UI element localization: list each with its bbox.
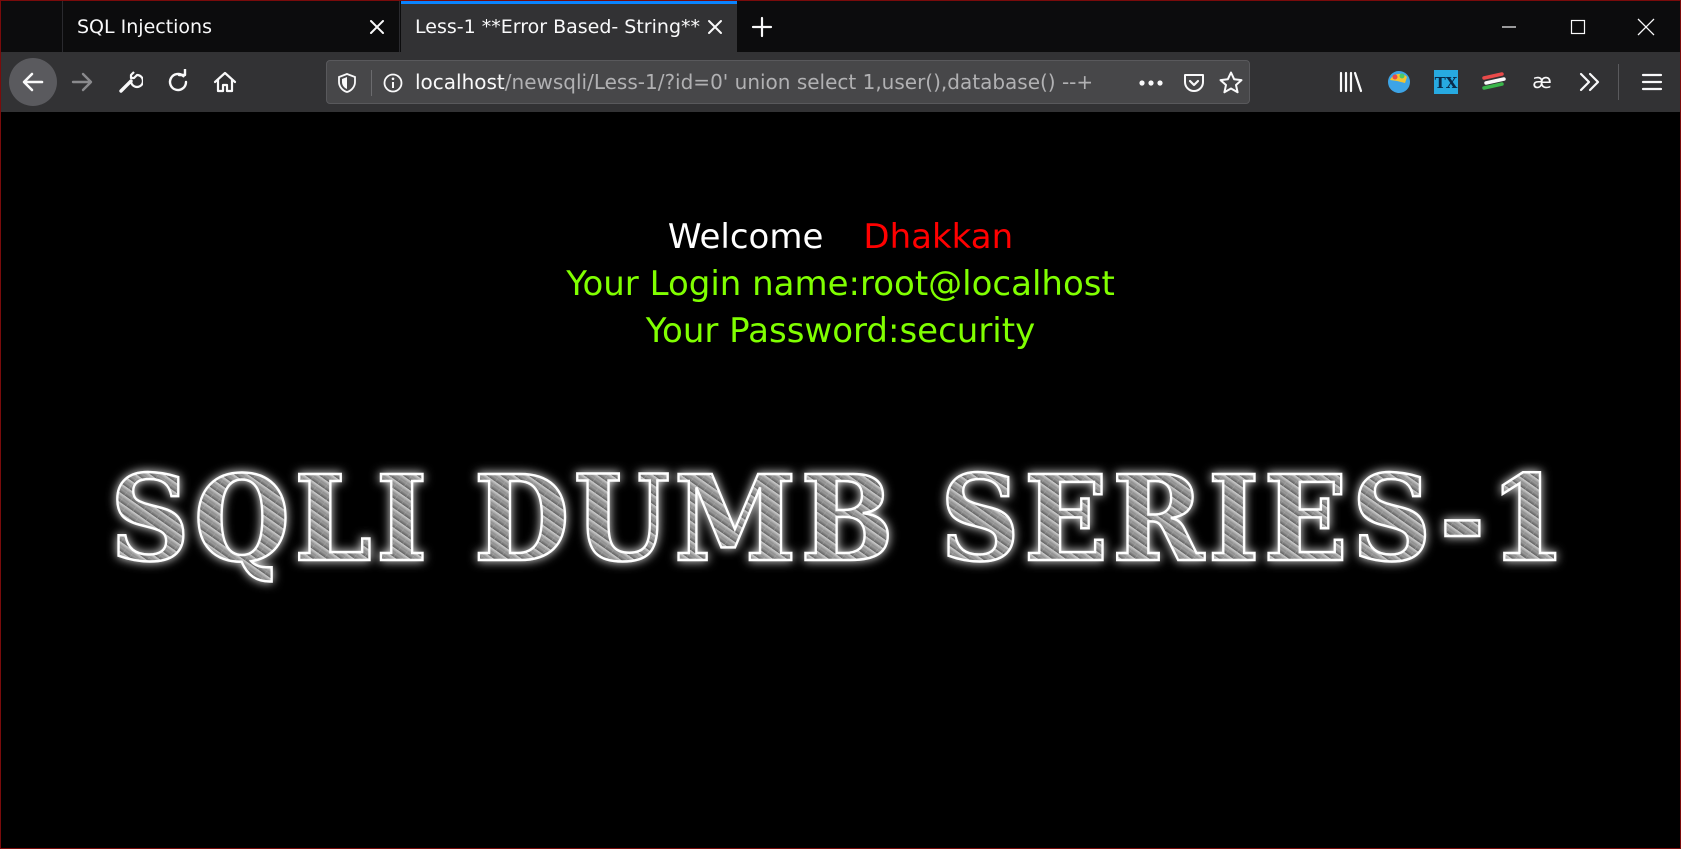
reload-icon[interactable] (155, 59, 201, 105)
page-content: Welcome Dhakkan Your Login name:root@loca… (1, 112, 1680, 848)
overflow-chevron-icon[interactable] (1567, 59, 1613, 105)
toolbar-divider (1618, 64, 1619, 100)
nav-toolbar: localhost/newsqli/Less-1/?id=0' union se… (1, 52, 1680, 112)
wrench-icon[interactable] (107, 59, 153, 105)
url-path: /newsqli/Less-1/?id=0' union select 1,us… (504, 70, 1094, 94)
address-bar[interactable]: localhost/newsqli/Less-1/?id=0' union se… (326, 60, 1250, 104)
hamburger-menu-icon[interactable] (1629, 59, 1675, 105)
shield-icon[interactable] (331, 67, 363, 99)
url-divider (371, 70, 372, 96)
more-dots-icon[interactable] (1135, 67, 1167, 99)
banner-text: SQLI DUMB SERIES-1 (110, 449, 1570, 588)
extension-icon[interactable]: æ (1519, 59, 1565, 105)
welcome-word: Welcome (667, 217, 824, 257)
info-icon[interactable] (377, 67, 409, 99)
svg-text:æ: æ (1532, 70, 1552, 93)
url-text[interactable]: localhost/newsqli/Less-1/?id=0' union se… (415, 61, 1093, 103)
welcome-line: Welcome Dhakkan (1, 217, 1680, 257)
close-icon[interactable] (703, 15, 727, 39)
pocket-icon[interactable] (1178, 67, 1210, 99)
tab-less-1[interactable]: Less-1 **Error Based- String** (401, 1, 737, 52)
extension-icon[interactable]: TX (1423, 59, 1469, 105)
home-icon[interactable] (202, 59, 248, 105)
tab-strip: SQL Injections Less-1 **Error Based- Str… (1, 1, 1680, 52)
plus-icon[interactable] (746, 11, 778, 43)
back-arrow-icon[interactable] (9, 58, 57, 106)
minimize-icon[interactable] (1474, 1, 1544, 52)
tab-title: SQL Injections (77, 15, 212, 38)
url-host: localhost (415, 70, 505, 94)
browser-window: SQL Injections Less-1 **Error Based- Str… (0, 0, 1681, 849)
maximize-icon[interactable] (1543, 1, 1613, 52)
sqli-dumb-series-banner: SQLI DUMB SERIES-1 (109, 448, 1570, 589)
login-name-line: Your Login name:root@localhost (566, 264, 1115, 304)
forward-arrow-icon[interactable] (59, 59, 105, 105)
close-icon[interactable] (1611, 1, 1680, 52)
welcome-name: Dhakkan (863, 217, 1014, 257)
extension-icon[interactable] (1376, 59, 1422, 105)
star-icon[interactable] (1215, 67, 1247, 99)
close-icon[interactable] (365, 15, 389, 39)
extension-icon[interactable] (1471, 59, 1517, 105)
password-line: Your Password:security (645, 311, 1036, 351)
tab-sql-injections[interactable]: SQL Injections (62, 1, 400, 52)
tab-title: Less-1 **Error Based- String** (415, 15, 700, 38)
library-icon[interactable] (1328, 59, 1374, 105)
svg-text:TX: TX (1435, 74, 1458, 92)
